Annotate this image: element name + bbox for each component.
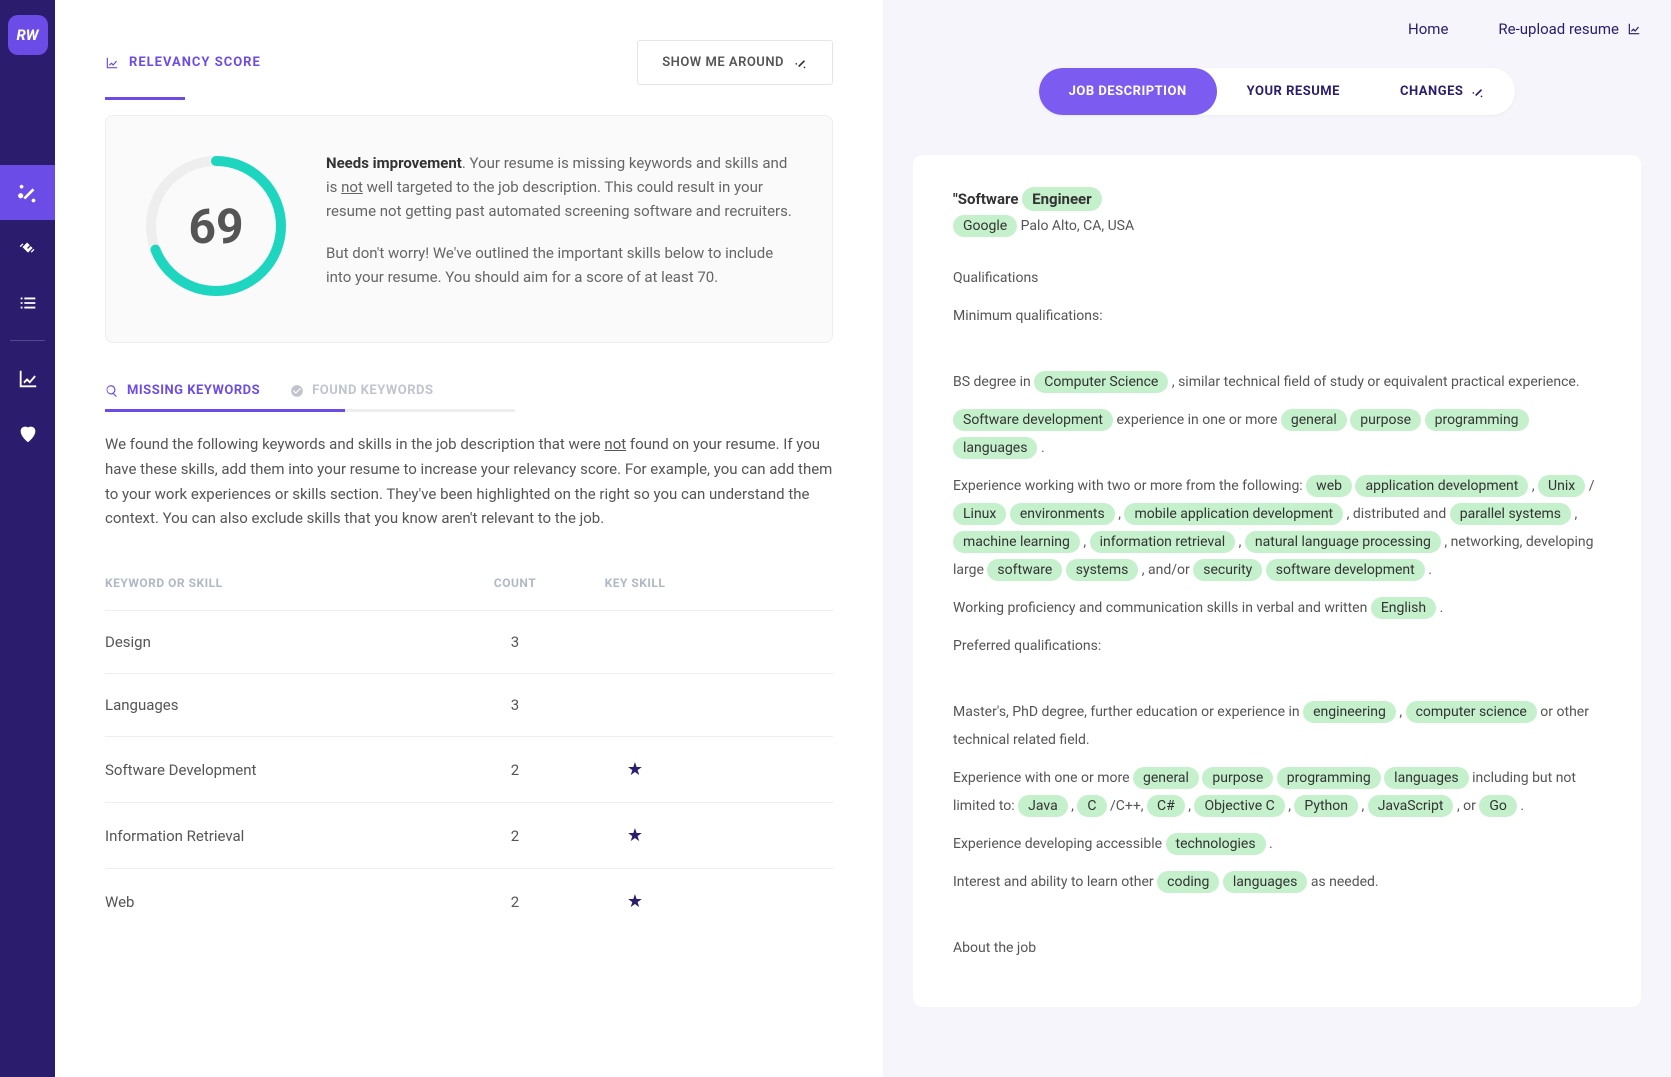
score-headline: Needs improvement	[326, 154, 462, 172]
nav-handshake[interactable]	[0, 220, 55, 275]
header-keyword: KEYWORD OR SKILL	[105, 576, 455, 590]
job-description-card: "Software Engineer Google Palo Alto, CA,…	[913, 155, 1641, 1007]
home-link[interactable]: Home	[1408, 20, 1448, 38]
section-title: RELEVANCY SCORE	[105, 55, 261, 70]
reupload-label: Re-upload resume	[1498, 20, 1619, 38]
sidebar: RW	[0, 0, 55, 1077]
nav-divider	[10, 340, 45, 341]
keyword-description: We found the following keywords and skil…	[105, 432, 833, 531]
jd-qualifications-heading: Qualifications	[953, 264, 1601, 292]
check-circle-icon	[290, 384, 304, 398]
show-me-around-button[interactable]: SHOW ME AROUND	[637, 40, 833, 85]
score-text: Needs improvement. Your resume is missin…	[326, 151, 797, 307]
cell-key-skill: ★	[575, 825, 695, 846]
header-key-skill: KEY SKILL	[575, 576, 695, 590]
cell-count: 2	[455, 761, 575, 779]
logo[interactable]: RW	[8, 15, 48, 55]
left-panel: RELEVANCY SCORE SHOW ME AROUND 69 Needs …	[55, 0, 883, 1077]
reupload-link[interactable]: Re-upload resume	[1498, 20, 1641, 38]
tab-changes[interactable]: CHANGES	[1370, 68, 1515, 115]
star-icon: ★	[627, 891, 643, 912]
star-icon: ★	[627, 825, 643, 846]
tab-changes-label: CHANGES	[1400, 84, 1463, 99]
header-count: COUNT	[455, 576, 575, 590]
table-row[interactable]: Design3	[105, 610, 833, 673]
score-value: 69	[141, 151, 291, 301]
tab-missing-keywords[interactable]: MISSING KEYWORDS	[105, 383, 260, 412]
wand-icon	[794, 56, 808, 70]
cell-keyword: Information Retrieval	[105, 827, 455, 845]
jd-body: Qualifications Minimum qualifications: B…	[953, 264, 1601, 962]
heart-icon	[17, 423, 39, 445]
cell-keyword: Design	[105, 633, 455, 651]
nav-targeted[interactable]	[0, 165, 55, 220]
nav-list[interactable]	[0, 275, 55, 330]
cell-count: 3	[455, 633, 575, 651]
nav-favorites[interactable]	[0, 406, 55, 461]
chart-line-icon	[17, 368, 39, 390]
keyword-table-body: Design3Languages3Software Development2★I…	[105, 610, 833, 934]
jd-min-qualifications: Minimum qualifications:	[953, 302, 1601, 330]
table-header: KEYWORD OR SKILL COUNT KEY SKILL	[105, 566, 833, 610]
cell-keyword: Software Development	[105, 761, 455, 779]
table-row[interactable]: Web2 ★	[105, 868, 833, 934]
jd-title: "Software Engineer	[953, 190, 1601, 208]
keyword-tabs: MISSING KEYWORDS FOUND KEYWORDS	[105, 383, 833, 412]
star-icon: ★	[627, 759, 643, 780]
right-panel: Home Re-upload resume JOB DESCRIPTION YO…	[883, 0, 1671, 1077]
chart-icon	[105, 56, 119, 70]
tab-job-description[interactable]: JOB DESCRIPTION	[1039, 68, 1217, 115]
cell-key-skill: ★	[575, 759, 695, 780]
cell-count: 2	[455, 893, 575, 911]
cell-count: 2	[455, 827, 575, 845]
magic-wand-icon	[17, 182, 39, 204]
table-row[interactable]: Languages3	[105, 673, 833, 736]
score-advice: But don't worry! We've outlined the impo…	[326, 241, 797, 289]
chart-line-icon	[1627, 22, 1641, 36]
list-icon	[17, 292, 39, 314]
cell-key-skill: ★	[575, 891, 695, 912]
score-circle: 69	[141, 151, 291, 301]
tab-found-label: FOUND KEYWORDS	[312, 383, 433, 398]
score-card: 69 Needs improvement. Your resume is mis…	[105, 115, 833, 343]
tab-found-keywords[interactable]: FOUND KEYWORDS	[290, 383, 433, 412]
tab-missing-label: MISSING KEYWORDS	[127, 383, 260, 398]
tour-btn-label: SHOW ME AROUND	[662, 55, 784, 70]
cell-keyword: Languages	[105, 696, 455, 714]
search-icon	[105, 384, 119, 398]
jd-about-heading: About the job	[953, 934, 1601, 962]
table-row[interactable]: Information Retrieval2 ★	[105, 802, 833, 868]
handshake-icon	[17, 237, 39, 259]
cell-count: 3	[455, 696, 575, 714]
wand-icon	[1471, 85, 1485, 99]
nav-analytics[interactable]	[0, 351, 55, 406]
right-tabs: JOB DESCRIPTION YOUR RESUME CHANGES	[913, 68, 1641, 115]
cell-keyword: Web	[105, 893, 455, 911]
jd-company-location: Google Palo Alto, CA, USA	[953, 218, 1601, 234]
table-row[interactable]: Software Development2 ★	[105, 736, 833, 802]
tab-your-resume[interactable]: YOUR RESUME	[1217, 68, 1370, 115]
section-title-text: RELEVANCY SCORE	[129, 55, 261, 70]
jd-pref-qualifications: Preferred qualifications:	[953, 632, 1601, 660]
